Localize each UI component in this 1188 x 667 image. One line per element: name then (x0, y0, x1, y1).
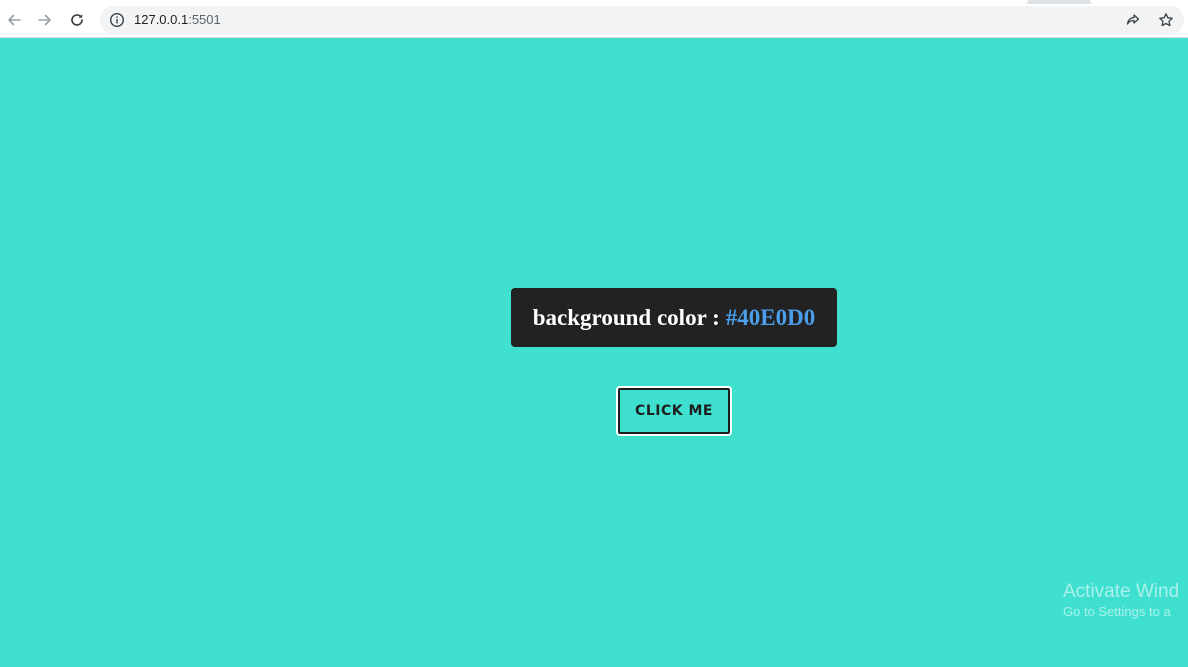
windows-activation-watermark: Activate Wind Go to Settings to a (1063, 580, 1179, 620)
active-tab-edge (0, 0, 1028, 4)
color-label-prefix: background color : (532, 304, 720, 330)
arrow-right-icon (38, 14, 51, 26)
star-icon (1159, 13, 1173, 27)
url-text[interactable]: 127.0.0.1:5501 (134, 12, 221, 28)
watermark-subtitle: Go to Settings to a (1063, 604, 1171, 619)
page-body: background color : #40E0D0 CLICK ME (0, 38, 1188, 667)
color-hex-value: #40E0D0 (725, 304, 816, 330)
address-bar[interactable]: 127.0.0.1:5501 (100, 6, 1184, 34)
reload-icon (71, 14, 83, 26)
url-port: :5501 (188, 12, 221, 27)
reload-button[interactable] (65, 8, 89, 32)
share-icon (1126, 14, 1140, 25)
info-icon[interactable] (109, 12, 125, 28)
browser-toolbar: 127.0.0.1:5501 (0, 0, 1188, 38)
tab-strip-gap (1090, 0, 1188, 4)
arrow-left-icon (8, 14, 21, 26)
forward-button[interactable] (33, 8, 57, 32)
watermark-title: Activate Wind (1063, 581, 1180, 602)
click-me-button[interactable]: CLICK ME (616, 386, 732, 436)
share-button[interactable] (1124, 11, 1142, 29)
back-button[interactable] (2, 8, 26, 32)
tab-strip (0, 0, 1188, 4)
bookmark-button[interactable] (1157, 11, 1175, 29)
url-host: 127.0.0.1 (134, 12, 189, 27)
background-color-label: background color : #40E0D0 (511, 288, 837, 347)
